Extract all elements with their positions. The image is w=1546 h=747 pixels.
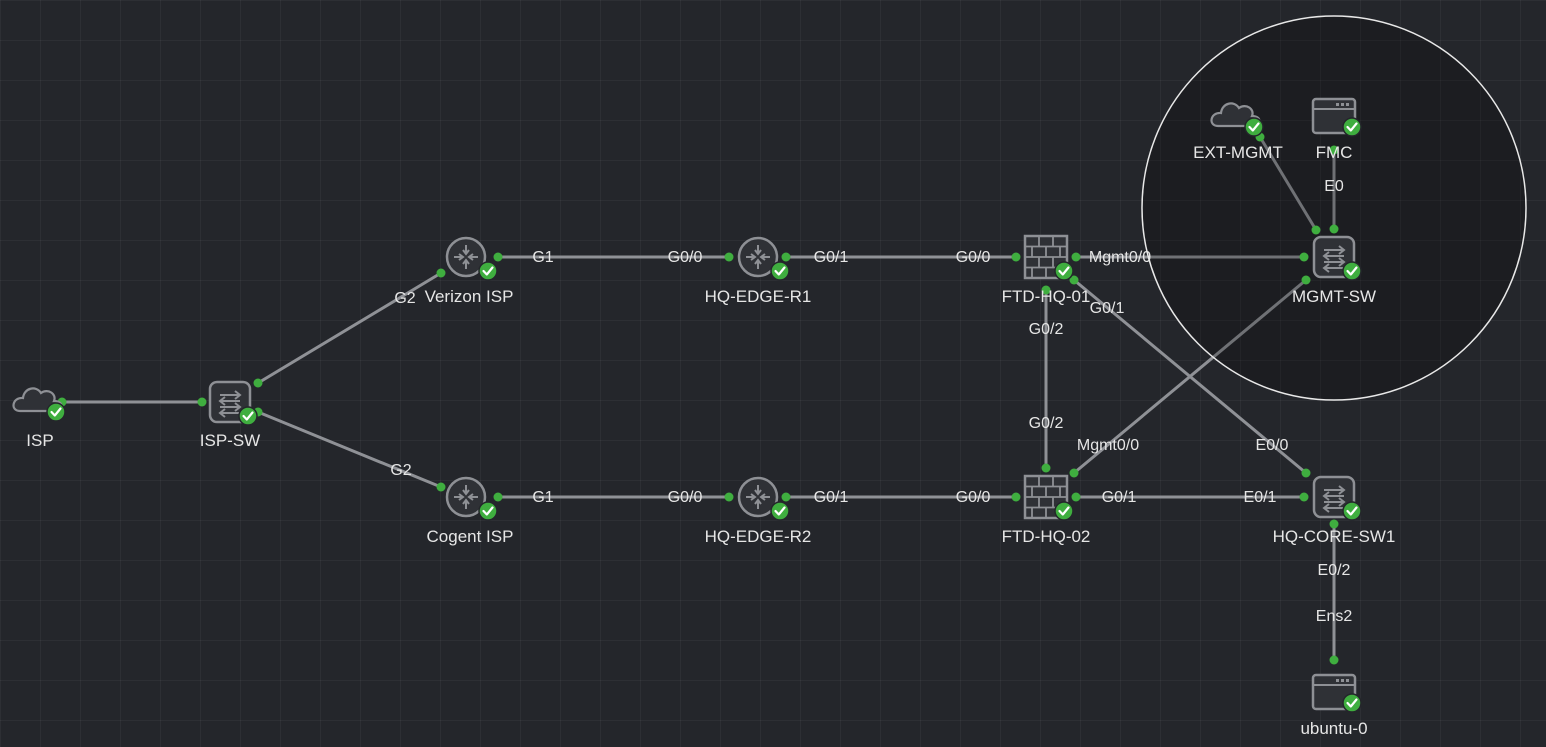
interface-label: Mgmt0/0	[1089, 249, 1151, 266]
node-ftd-hq-02[interactable]: FTD-HQ-02	[1002, 474, 1091, 546]
interface-dot[interactable]	[197, 397, 207, 407]
interface-dot[interactable]	[253, 378, 263, 388]
interface-label: G0/1	[814, 489, 849, 506]
interface-dot[interactable]	[1011, 252, 1021, 262]
link-isp-sw-cogent[interactable]	[256, 410, 443, 489]
node-ubuntu-0[interactable]: ubuntu-0	[1300, 673, 1368, 738]
interface-label: E0/1	[1244, 489, 1277, 506]
interface-label: G0/1	[1102, 489, 1137, 506]
interface-dot[interactable]	[1069, 468, 1079, 478]
node-label: HQ-EDGE-R1	[705, 287, 812, 306]
interface-dot[interactable]	[1299, 492, 1309, 502]
interface-label: G0/0	[956, 249, 991, 266]
node-label: HQ-CORE-SW1	[1273, 527, 1396, 546]
node-label: Verizon ISP	[425, 287, 514, 306]
interface-label: G0/1	[1090, 300, 1125, 317]
interface-label: E0/0	[1256, 437, 1289, 454]
interface-dot[interactable]	[1301, 468, 1311, 478]
check-badge-icon	[1342, 261, 1362, 281]
check-badge-icon	[1054, 261, 1074, 281]
interface-dot[interactable]	[1329, 655, 1339, 665]
interface-dot[interactable]	[724, 492, 734, 502]
interface-label: G0/2	[1029, 415, 1064, 432]
topology-canvas[interactable]: G2 G2 G1 G0/0 G1 G0/0 G0/1 G0/0 G0/1 G0/0 Mgmt0/0 G…	[0, 0, 1546, 747]
check-badge-icon	[478, 261, 498, 281]
interface-dot[interactable]	[1311, 225, 1321, 235]
interface-label: G0/0	[668, 249, 703, 266]
interface-dot[interactable]	[781, 252, 791, 262]
interface-label: G0/2	[1029, 321, 1064, 338]
interface-dot[interactable]	[436, 482, 446, 492]
interface-label: Ens2	[1316, 608, 1353, 625]
interface-label: G0/0	[956, 489, 991, 506]
node-label: ISP-SW	[200, 431, 260, 450]
interface-dot[interactable]	[1329, 224, 1339, 234]
node-label: FMC	[1316, 143, 1353, 162]
interface-label: G2	[394, 290, 415, 307]
check-badge-icon	[238, 406, 258, 426]
node-isp[interactable]: ISP	[12, 387, 66, 450]
interface-dot[interactable]	[781, 492, 791, 502]
node-label: ubuntu-0	[1300, 719, 1367, 738]
interface-dot[interactable]	[436, 268, 446, 278]
interface-dot[interactable]	[1041, 463, 1051, 473]
interface-dot[interactable]	[1071, 492, 1081, 502]
node-label: HQ-EDGE-R2	[705, 527, 812, 546]
interface-label: G0/0	[668, 489, 703, 506]
interface-dot[interactable]	[1301, 275, 1311, 285]
check-badge-icon	[1342, 693, 1362, 713]
interface-dot[interactable]	[1071, 252, 1081, 262]
interface-label: G1	[532, 489, 553, 506]
node-label: FTD-HQ-02	[1002, 527, 1091, 546]
node-label: Cogent ISP	[427, 527, 514, 546]
interface-dot[interactable]	[493, 492, 503, 502]
interface-dot[interactable]	[724, 252, 734, 262]
node-hq-edge-r2[interactable]: HQ-EDGE-R2	[705, 476, 812, 546]
selection-layer	[1141, 15, 1527, 401]
interface-dot[interactable]	[493, 252, 503, 262]
node-label: MGMT-SW	[1292, 287, 1376, 306]
check-badge-icon	[1342, 501, 1362, 521]
selection-ring[interactable]	[1141, 15, 1527, 401]
check-badge-icon	[770, 501, 790, 521]
check-badge-icon	[1244, 117, 1264, 137]
node-ftd-hq-01[interactable]: FTD-HQ-01	[1002, 234, 1091, 306]
check-badge-icon	[1054, 501, 1074, 521]
check-badge-icon	[770, 261, 790, 281]
interface-label: G1	[532, 249, 553, 266]
interface-dot[interactable]	[1299, 252, 1309, 262]
interface-label: G0/1	[814, 249, 849, 266]
node-hq-core-sw1[interactable]: HQ-CORE-SW1	[1273, 475, 1396, 546]
interface-label: Mgmt0/0	[1077, 437, 1139, 454]
node-hq-edge-r1[interactable]: HQ-EDGE-R1	[705, 236, 812, 306]
node-label: FTD-HQ-01	[1002, 287, 1091, 306]
node-isp-sw[interactable]: ISP-SW	[200, 380, 260, 450]
node-label: EXT-MGMT	[1193, 143, 1283, 162]
interface-label: E0	[1324, 178, 1344, 195]
check-badge-icon	[478, 501, 498, 521]
check-badge-icon	[1342, 117, 1362, 137]
interface-label: E0/2	[1318, 562, 1351, 579]
interface-dot[interactable]	[1011, 492, 1021, 502]
node-label: ISP	[26, 431, 53, 450]
interface-label: G2	[390, 462, 411, 479]
check-badge-icon	[46, 402, 66, 422]
